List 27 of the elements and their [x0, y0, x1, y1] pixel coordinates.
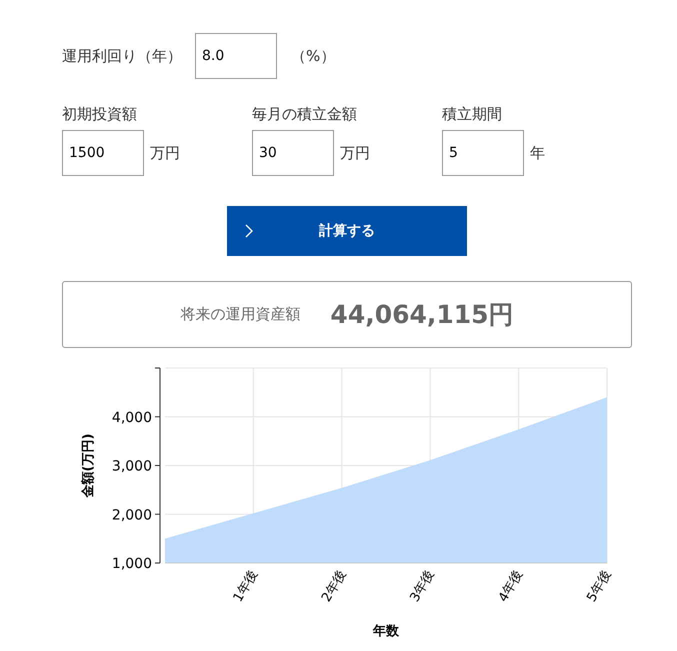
rate-input[interactable]: 8.0 — [195, 33, 277, 79]
y-tick-label: 3,000 — [112, 458, 152, 474]
input-field[interactable]: 5 — [442, 130, 524, 176]
field-label: 運用利回り（年） — [62, 46, 183, 66]
y-tick-label: 1,000 — [112, 556, 152, 572]
input-field[interactable]: 30 — [252, 130, 334, 176]
result-value: 44,064,115円 — [330, 299, 514, 331]
y-axis-title: 金額(万円) — [81, 434, 96, 498]
field-label: 毎月の積立金額 — [252, 105, 358, 124]
x-tick-label: 1年後 — [230, 568, 261, 605]
input-field[interactable]: 1500 — [62, 130, 144, 176]
result-label: 将来の運用資産額 — [180, 305, 300, 324]
field-label: 積立期間 — [442, 105, 503, 124]
unit-label: （%） — [291, 46, 336, 66]
field-label: 初期投資額 — [62, 105, 138, 124]
x-tick-label: 2年後 — [319, 568, 350, 605]
calculate-button[interactable]: 計算する — [227, 206, 467, 256]
unit-label: 万円 — [340, 144, 370, 162]
y-tick-label: 2,000 — [112, 507, 152, 524]
x-tick-label: 5年後 — [584, 568, 614, 605]
unit-label: 年 — [530, 144, 545, 162]
y-tick-label: 4,000 — [112, 410, 152, 426]
x-tick-label: 3年後 — [408, 568, 438, 605]
chevron-icon — [245, 224, 253, 238]
x-tick-label: 4年後 — [496, 568, 526, 605]
unit-label: 万円 — [150, 144, 180, 162]
x-axis-title: 年数 — [373, 624, 399, 639]
